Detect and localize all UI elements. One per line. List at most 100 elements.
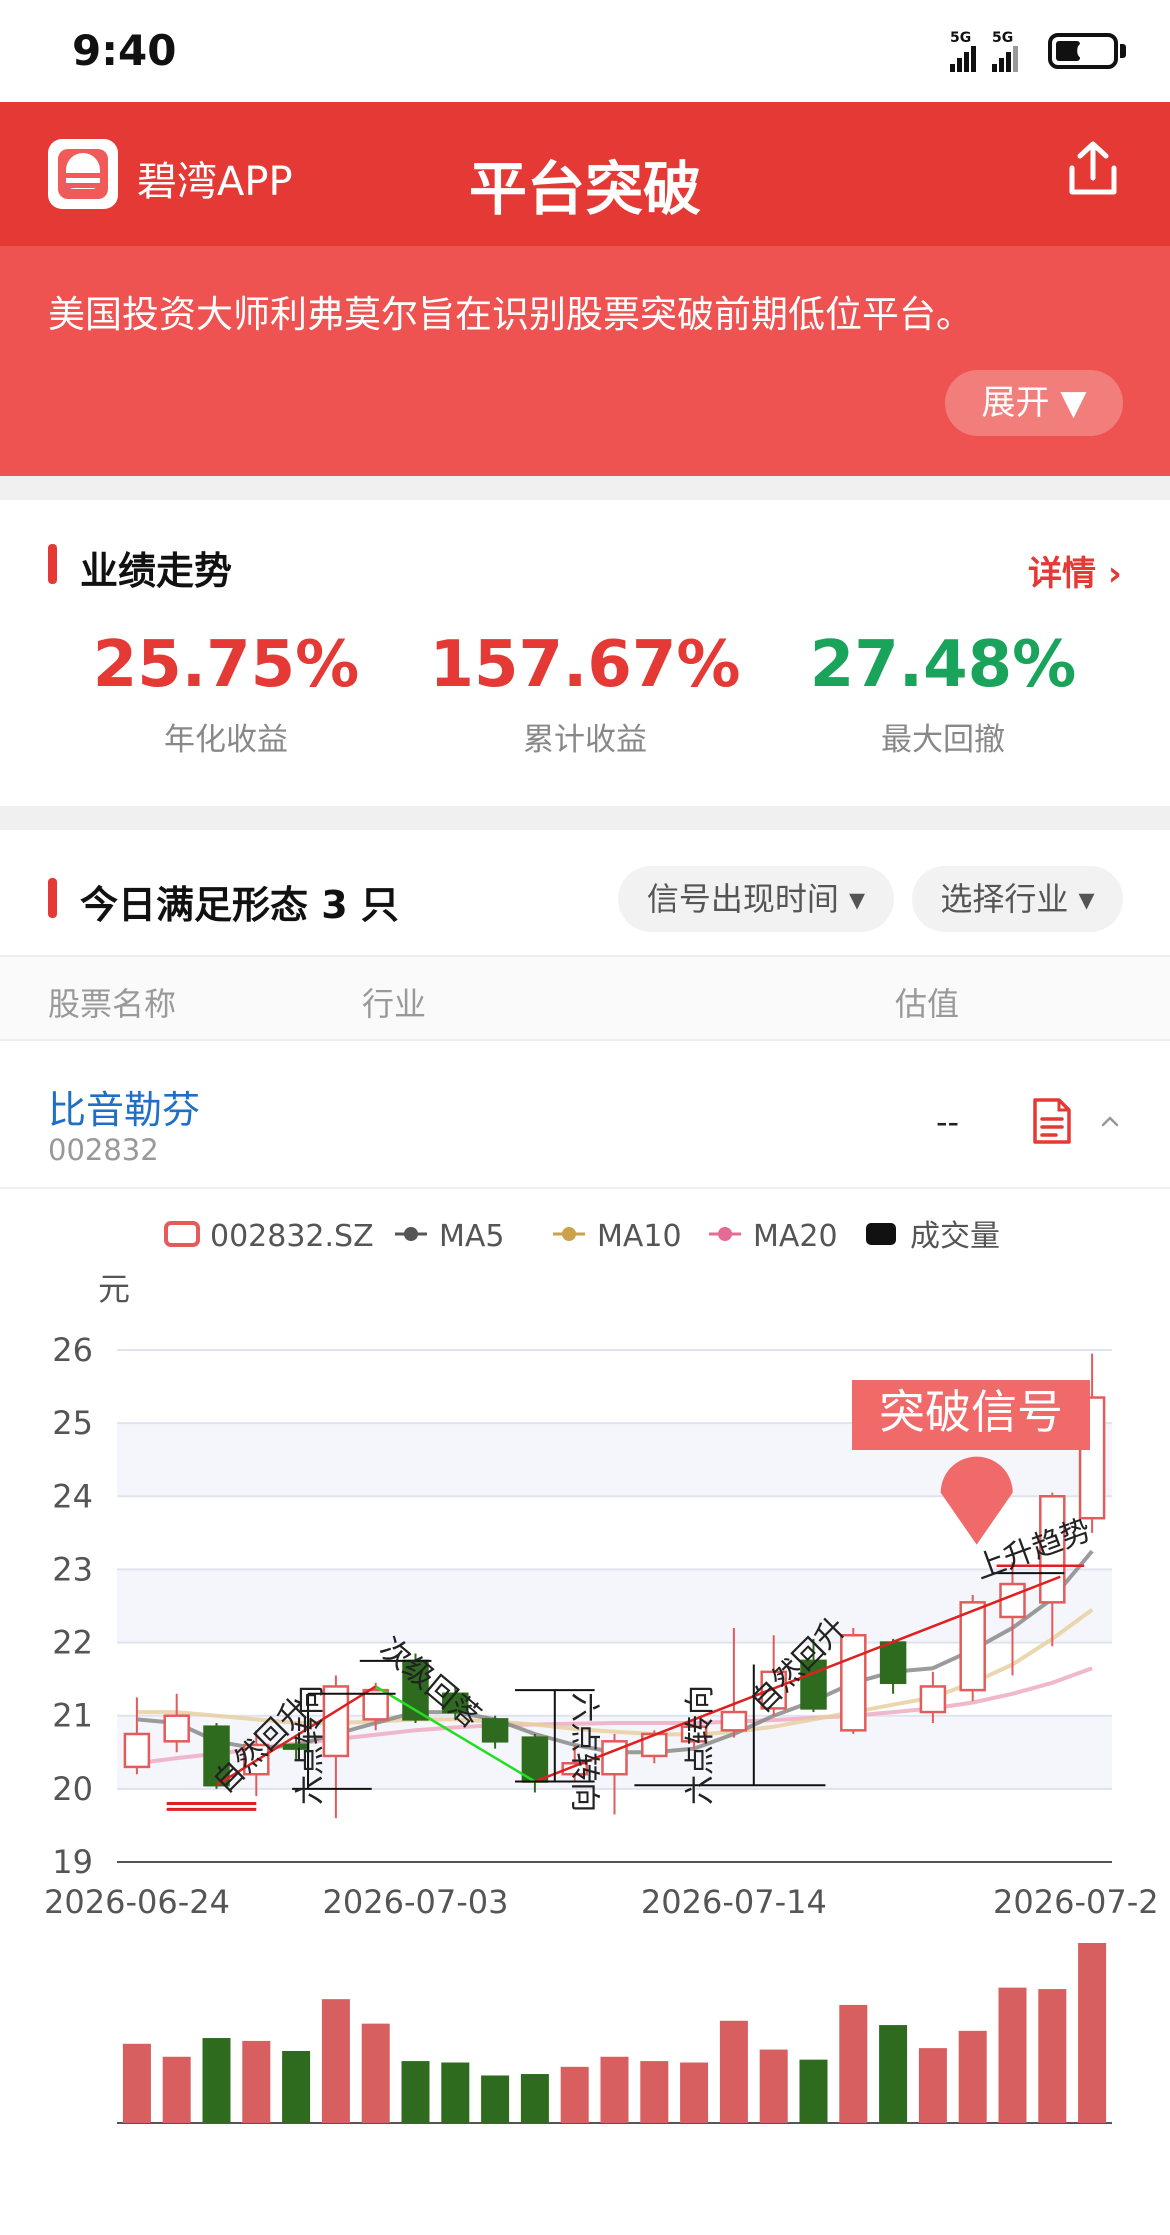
- y-tick-label: 21: [52, 1697, 93, 1735]
- volume-bar: [680, 2062, 709, 2123]
- volume-bar: [202, 2038, 231, 2123]
- volume-bar: [122, 2043, 151, 2123]
- x-tick-label: 2026-07-2: [993, 1883, 1159, 1921]
- volume-bar: [321, 1999, 350, 2123]
- share-icon: [1069, 141, 1117, 195]
- legend-swatch: [164, 1221, 200, 1247]
- volume-bar: [918, 2048, 947, 2123]
- volume-bar: [719, 2020, 748, 2123]
- strategy-description: 美国投资大师利弗莫尔旨在识别股票突破前期低位平台。 展开 ▼: [0, 246, 1170, 476]
- report-button[interactable]: [1032, 1097, 1072, 1145]
- volume-bar: [162, 2056, 191, 2123]
- today-title: 今日满足形态 3 只: [80, 883, 399, 927]
- candle-body: [123, 1732, 151, 1769]
- y-tick-label: 22: [52, 1624, 93, 1662]
- legend-label: MA10: [597, 1219, 682, 1254]
- cellular-signal-icon-2: 5G: [990, 30, 1024, 72]
- volume-bar: [640, 2061, 669, 2123]
- industry-filter[interactable]: 选择行业 ▾: [912, 866, 1123, 932]
- volume-bar: [441, 2062, 470, 2123]
- signal-pin: [940, 1456, 1013, 1545]
- metric-cumulative: 157.67% 累计收益: [405, 628, 765, 759]
- volume-bar: [879, 2025, 908, 2123]
- legend-item: MA10: [553, 1219, 682, 1254]
- volume-bar: [560, 2066, 589, 2123]
- metric-label: 累计收益: [523, 722, 647, 758]
- candle-body: [999, 1582, 1026, 1619]
- candle-body: [879, 1641, 907, 1685]
- expand-button[interactable]: 展开 ▼: [945, 370, 1123, 436]
- column-header-valuation: 估值: [895, 985, 960, 1023]
- volume-bar: [282, 2051, 311, 2123]
- volume-bar: [998, 1987, 1027, 2123]
- network-type-label-2: 5G: [992, 30, 1014, 46]
- details-link[interactable]: 详情 ›: [1028, 546, 1122, 595]
- volume-bar: [958, 2030, 987, 2123]
- y-unit-label: 元: [98, 1270, 130, 1308]
- metric-max-drawdown: 27.48% 最大回撤: [763, 628, 1123, 759]
- stock-name[interactable]: 比音勒芬: [48, 1079, 200, 1134]
- legend-dot: [404, 1227, 418, 1241]
- candle-body: [481, 1718, 509, 1743]
- stock-valuation: --: [936, 1103, 960, 1141]
- metric-value: 157.67%: [429, 628, 741, 702]
- y-tick-label: 19: [52, 1843, 93, 1881]
- performance-card: 业绩走势 详情 › 25.75% 年化收益 157.67% 累计收益 27.48…: [0, 500, 1170, 806]
- legend-label: 成交量: [910, 1219, 1000, 1254]
- volume-bar: [242, 2040, 271, 2123]
- stock-code: 002832: [48, 1133, 159, 1167]
- legend-item: 002832.SZ: [164, 1219, 374, 1254]
- volume-bar: [401, 2061, 430, 2123]
- share-button[interactable]: [1062, 138, 1124, 200]
- section-divider: [0, 806, 1170, 830]
- legend-item: 成交量: [866, 1219, 1000, 1254]
- metric-label: 年化收益: [164, 722, 288, 758]
- description-text: 美国投资大师利弗莫尔旨在识别股票突破前期低位平台。: [48, 293, 973, 336]
- legend-item: MA5: [395, 1219, 505, 1254]
- x-tick-label: 2026-07-14: [641, 1883, 827, 1921]
- volume-bars: [117, 1943, 1112, 2124]
- candle-body: [720, 1710, 748, 1732]
- chevron-up-icon: [1101, 1116, 1119, 1127]
- metric-annualized: 25.75% 年化收益: [46, 628, 406, 759]
- section-divider: [0, 476, 1170, 500]
- volume-bar: [520, 2074, 549, 2123]
- column-header-name: 股票名称: [48, 985, 177, 1023]
- y-tick-label: 20: [52, 1770, 93, 1808]
- legend-dot: [718, 1227, 732, 1241]
- volume-bar: [1078, 1943, 1107, 2123]
- chart-legend: 002832.SZ MA5 MA10 MA20 成交量: [164, 1219, 1000, 1254]
- network-type-label: 5G: [950, 30, 972, 46]
- metric-value: 25.75%: [92, 628, 360, 702]
- y-tick-label: 25: [52, 1404, 93, 1442]
- y-tick-label: 23: [52, 1550, 93, 1588]
- y-tick-label: 24: [52, 1477, 93, 1515]
- metric-label: 最大回撤: [881, 722, 1005, 758]
- volume-bar: [361, 2023, 390, 2123]
- volume-bar: [481, 2075, 510, 2123]
- candle-body: [163, 1714, 190, 1743]
- signal-time-filter[interactable]: 信号出现时间 ▾: [618, 866, 894, 932]
- section-marker: [48, 544, 57, 584]
- volume-bar: [1038, 1989, 1067, 2123]
- legend-dot: [562, 1227, 576, 1241]
- table-row[interactable]: 比音勒芬 002832 --: [0, 1041, 1170, 1189]
- legend-label: MA20: [753, 1219, 838, 1254]
- candle-body: [959, 1601, 986, 1692]
- candle-body: [521, 1736, 549, 1783]
- x-tick-label: 2026-06-24: [44, 1883, 230, 1921]
- cellular-signal-icon: 5G: [948, 30, 982, 72]
- performance-title: 业绩走势: [80, 549, 233, 593]
- page-title: 平台突破: [468, 155, 701, 223]
- y-tick-label: 26: [52, 1331, 93, 1369]
- column-header-industry: 行业: [362, 985, 427, 1023]
- section-marker: [48, 878, 57, 918]
- app-header: 碧湾APP 平台突破: [0, 102, 1170, 246]
- document-icon: [1033, 1098, 1071, 1144]
- legend-label: 002832.SZ: [210, 1219, 374, 1254]
- battery-tip: [1120, 44, 1126, 58]
- collapse-button[interactable]: [1100, 1113, 1120, 1127]
- status-bar: 9:40 5G 5G 6: [0, 0, 1170, 102]
- status-time: 9:40: [72, 26, 177, 75]
- legend-label: MA5: [439, 1219, 505, 1254]
